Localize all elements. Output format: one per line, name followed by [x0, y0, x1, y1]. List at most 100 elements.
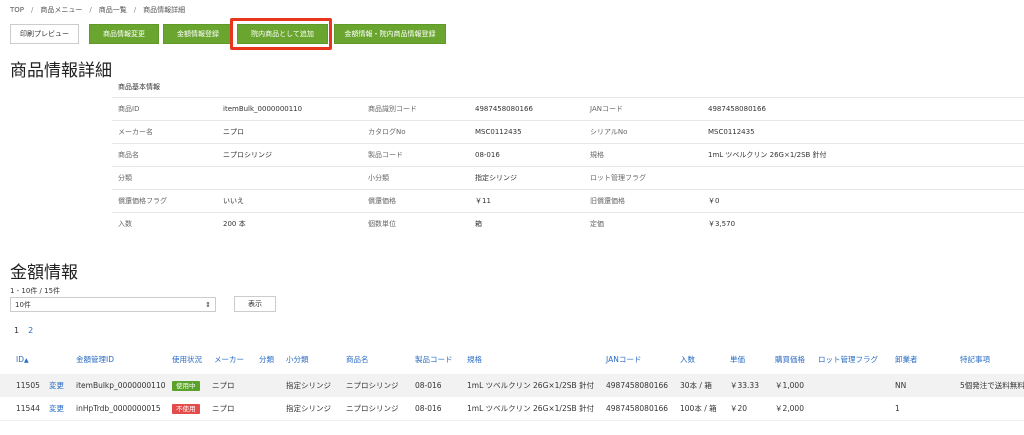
row-price-id: inHpTrdb_0000000015 — [76, 404, 161, 413]
per-page-select[interactable]: 10件 ⇕ — [10, 297, 216, 312]
status-badge-label: 不使用 — [172, 404, 200, 414]
col-note[interactable]: 特記事項 — [960, 351, 990, 369]
col-spec[interactable]: 規格 — [467, 351, 482, 369]
info-value: ニプロシリンジ — [217, 143, 362, 167]
sort-asc-icon: ▲ — [24, 357, 29, 364]
row-spec: 1mL ツベルクリン 26G×1/2SB 針付 — [467, 381, 595, 390]
row-id: 11544 — [16, 404, 40, 413]
info-value — [217, 166, 362, 190]
status-badge: 不使用 — [172, 397, 200, 420]
breadcrumb-product-list[interactable]: 商品一覧 — [99, 6, 127, 14]
info-label: ロット管理フラグ — [584, 166, 702, 190]
col-wholesaler[interactable]: 卸業者 — [895, 351, 918, 369]
register-price-button[interactable]: 金額情報登録 — [163, 24, 233, 44]
info-value: 箱 — [469, 212, 584, 236]
info-value: 4987458080166 — [469, 97, 584, 121]
breadcrumb-separator: / — [31, 6, 34, 14]
info-value: ￥11 — [469, 189, 584, 213]
info-label: 旧償還価格 — [584, 189, 702, 213]
row-jan: 4987458080166 — [606, 404, 669, 413]
info-label: 償還価格フラグ — [112, 189, 217, 213]
breadcrumb-separator: / — [133, 6, 137, 14]
row-jan: 4987458080166 — [606, 381, 669, 390]
page-2[interactable]: 2 — [28, 326, 33, 335]
col-category[interactable]: 分類 — [259, 351, 274, 369]
col-unit-price[interactable]: 単価 — [730, 351, 745, 369]
print-preview-button[interactable]: 印刷プレビュー — [10, 24, 79, 44]
basic-info-heading: 商品基本情報 — [118, 83, 160, 91]
row-name: ニプロシリンジ — [346, 381, 399, 390]
info-value: 指定シリンジ — [469, 166, 584, 190]
col-code[interactable]: 製品コード — [415, 351, 453, 369]
breadcrumb-current: 商品情報詳細 — [143, 6, 186, 14]
pagination: 12 — [14, 326, 42, 335]
col-name[interactable]: 商品名 — [346, 351, 369, 369]
info-label: 商品名 — [112, 143, 217, 167]
price-table-header: ID▲ 金額管理ID 使用状況 メーカー 分類 小分類 商品名 製品コード 規格… — [0, 351, 1024, 369]
info-row: 商品名 ニプロシリンジ 製品コード 08-016 規格 1mL ツベルクリン 26G×1/… — [112, 143, 1024, 167]
info-row: 分類 小分類 指定シリンジ ロット管理フラグ — [112, 166, 1024, 190]
row-name: ニプロシリンジ — [346, 404, 399, 413]
col-lot-flag[interactable]: ロット管理フラグ — [818, 351, 878, 369]
info-value: 4987458080166 — [702, 97, 1024, 121]
info-label: 個数単位 — [362, 212, 469, 236]
row-price-id: itemBulkp_0000000110 — [76, 381, 166, 390]
info-label: 定価 — [584, 212, 702, 236]
price-section-title: 金額情報 — [10, 263, 78, 283]
info-label: 分類 — [112, 166, 217, 190]
info-label: 入数 — [112, 212, 217, 236]
info-value: 200 本 — [217, 212, 362, 236]
status-badge: 使用中 — [172, 374, 200, 397]
col-jan[interactable]: JANコード — [606, 351, 641, 369]
row-code: 08-016 — [415, 404, 442, 413]
col-id[interactable]: ID▲ — [16, 351, 29, 370]
status-badge-label: 使用中 — [172, 381, 200, 391]
info-value: 1mL ツベルクリン 26G×1/2SB 針付 — [702, 143, 1024, 167]
row-spec: 1mL ツベルクリン 26G×1/2SB 針付 — [467, 404, 595, 413]
info-label: メーカー名 — [112, 120, 217, 144]
info-row: メーカー名 ニプロ カタログNo MSC0112435 シリアルNo MSC0112435 — [112, 120, 1024, 144]
table-row-partial — [0, 420, 1024, 435]
edit-product-button[interactable]: 商品情報変更 — [89, 24, 159, 44]
breadcrumb-product-menu[interactable]: 商品メニュー — [40, 6, 82, 14]
info-row: 商品ID itemBulk_0000000110 商品識別コード 4987458080… — [112, 97, 1024, 121]
row-unit-price: ￥33.33 — [730, 381, 759, 390]
row-subcategory: 指定シリンジ — [286, 381, 331, 390]
col-maker[interactable]: メーカー — [214, 351, 244, 369]
page-title: 商品情報詳細 — [10, 61, 112, 81]
info-label: 償還価格 — [362, 189, 469, 213]
edit-link[interactable]: 変更 — [49, 374, 64, 397]
info-label: 規格 — [584, 143, 702, 167]
breadcrumb: TOP / 商品メニュー / 商品一覧 / 商品情報詳細 — [10, 5, 185, 15]
col-price-id[interactable]: 金額管理ID — [76, 351, 114, 369]
breadcrumb-top[interactable]: TOP — [10, 6, 24, 14]
row-qty: 100本 / 箱 — [680, 404, 717, 413]
show-button[interactable]: 表示 — [234, 296, 276, 312]
col-qty[interactable]: 入数 — [680, 351, 695, 369]
info-value: ニプロ — [217, 120, 362, 144]
row-purchase-price: ￥1,000 — [775, 381, 804, 390]
page-1[interactable]: 1 — [14, 326, 19, 335]
row-qty: 30本 / 箱 — [680, 381, 712, 390]
info-label: 商品ID — [112, 97, 217, 121]
info-value: itemBulk_0000000110 — [217, 97, 362, 121]
breadcrumb-separator: / — [89, 6, 92, 14]
edit-link[interactable]: 変更 — [49, 397, 64, 420]
info-label: 小分類 — [362, 166, 469, 190]
table-row: 11505 変更 itemBulkp_0000000110 使用中 ニプロ 指定シリンジ ニ… — [0, 374, 1024, 397]
row-id: 11505 — [16, 381, 40, 390]
row-unit-price: ￥20 — [730, 404, 748, 413]
col-id-label: ID — [16, 355, 24, 364]
row-wholesaler: 1 — [895, 404, 900, 413]
col-subcategory[interactable]: 小分類 — [286, 351, 309, 369]
info-value: MSC0112435 — [702, 120, 1024, 144]
table-row: 11544 変更 inHpTrdb_0000000015 不使用 ニプロ 指定シリンジ ニプ… — [0, 397, 1024, 420]
info-row: 償還価格フラグ いいえ 償還価格 ￥11 旧償還価格 ￥0 — [112, 189, 1024, 213]
row-maker: ニプロ — [212, 381, 235, 390]
info-label: カタログNo — [362, 120, 469, 144]
result-count: 1 - 10件 / 15件 — [10, 287, 61, 295]
col-purchase-price[interactable]: 購買価格 — [775, 351, 805, 369]
col-status[interactable]: 使用状況 — [172, 351, 202, 369]
register-price-inhouse-button[interactable]: 金額情報・院内商品情報登録 — [334, 24, 446, 44]
row-subcategory: 指定シリンジ — [286, 404, 331, 413]
